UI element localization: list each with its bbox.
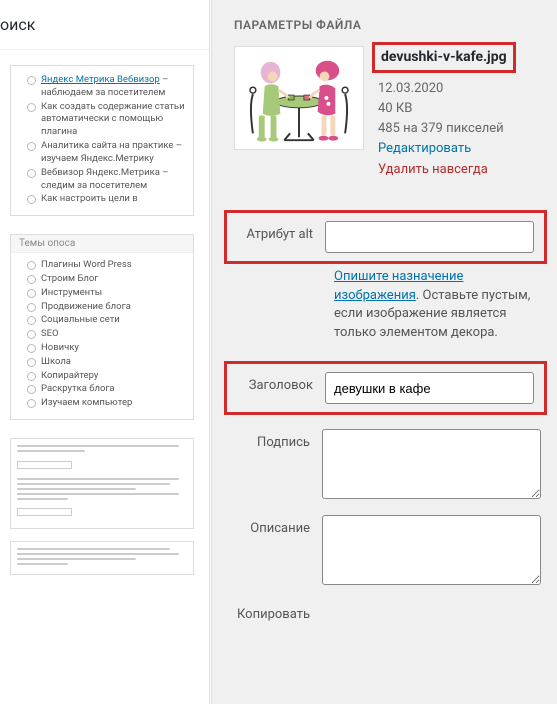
description-label: Описание xyxy=(234,515,322,536)
list-item[interactable]: Изучаем компьютер xyxy=(25,397,185,410)
file-meta: devushki-v-kafe.jpg 12.03.2020 40 КВ 485… xyxy=(378,46,541,180)
list-item[interactable]: Инструменты xyxy=(25,287,185,300)
title-input[interactable] xyxy=(325,372,534,404)
attachment-details-panel: ПАРАМЕТРЫ ФАЙЛА xyxy=(211,0,557,704)
list-item[interactable]: SEO xyxy=(25,328,185,341)
file-size: 40 КВ xyxy=(378,99,541,119)
caption-label: Подпись xyxy=(234,429,322,450)
file-dimensions: 485 на 379 пикселей xyxy=(378,119,541,139)
list-item[interactable]: Продвижение блога xyxy=(25,301,185,314)
list-item[interactable]: Строим Блог xyxy=(25,273,185,286)
alt-label: Атрибут alt xyxy=(237,221,325,242)
topics-widget: Темы опоса Плагины Word PressСтроим Блог… xyxy=(10,234,194,420)
list-item[interactable]: Аналитика сайта на практике – изучаем Ян… xyxy=(25,140,185,166)
list-item[interactable]: Новичку xyxy=(25,342,185,355)
list-item[interactable]: Как настроить цели в xyxy=(25,193,185,206)
section-title: ПАРАМЕТРЫ ФАЙЛА xyxy=(234,18,541,32)
list-item[interactable]: Плагины Word Press xyxy=(25,259,185,272)
title-label: Заголовок xyxy=(237,372,325,393)
preview-area: Яндекс Метрика Вебвизор – наблюдаем за п… xyxy=(0,50,209,575)
attachment-thumbnail[interactable] xyxy=(234,46,364,150)
file-date: 12.03.2020 xyxy=(378,79,541,99)
list-item[interactable]: Раскрутка блога xyxy=(25,383,185,396)
list-item[interactable]: Школа xyxy=(25,356,185,369)
list-item[interactable]: Как создать содержание статьи автоматиче… xyxy=(25,101,185,139)
cafe-illustration xyxy=(235,47,363,149)
alt-field-highlight: Атрибут alt xyxy=(224,210,547,264)
left-sidebar: оиск Яндекс Метрика Вебвизор – наблюдаем… xyxy=(0,0,210,704)
caption-input[interactable] xyxy=(322,429,541,499)
list-item[interactable]: Копирайтеру xyxy=(25,370,185,383)
alt-input[interactable] xyxy=(325,221,534,253)
filename-highlight: devushki-v-kafe.jpg xyxy=(372,42,516,73)
list-item[interactable]: Социальные сети xyxy=(25,314,185,327)
list-item[interactable]: Яндекс Метрика Вебвизор – наблюдаем за п… xyxy=(25,74,185,100)
widget-title: Темы опоса xyxy=(11,235,193,253)
title-field-highlight: Заголовок xyxy=(224,361,547,415)
delete-link[interactable]: Удалить навсегда xyxy=(378,160,541,180)
description-input[interactable] xyxy=(322,515,541,585)
text-widget-2 xyxy=(10,541,194,575)
copy-label: Копировать xyxy=(234,601,322,622)
edit-link[interactable]: Редактировать xyxy=(378,139,541,159)
recent-posts-widget: Яндекс Метрика Вебвизор – наблюдаем за п… xyxy=(10,65,194,216)
alt-help-text: Опишите назначение изображения. Оставьте… xyxy=(334,268,541,343)
text-widget-1 xyxy=(10,438,194,529)
list-item[interactable]: Вебвизор Яндекс.Метрика – следим за посе… xyxy=(25,167,185,193)
search-heading: оиск xyxy=(0,0,209,50)
file-summary: devushki-v-kafe.jpg 12.03.2020 40 КВ 485… xyxy=(234,46,541,180)
